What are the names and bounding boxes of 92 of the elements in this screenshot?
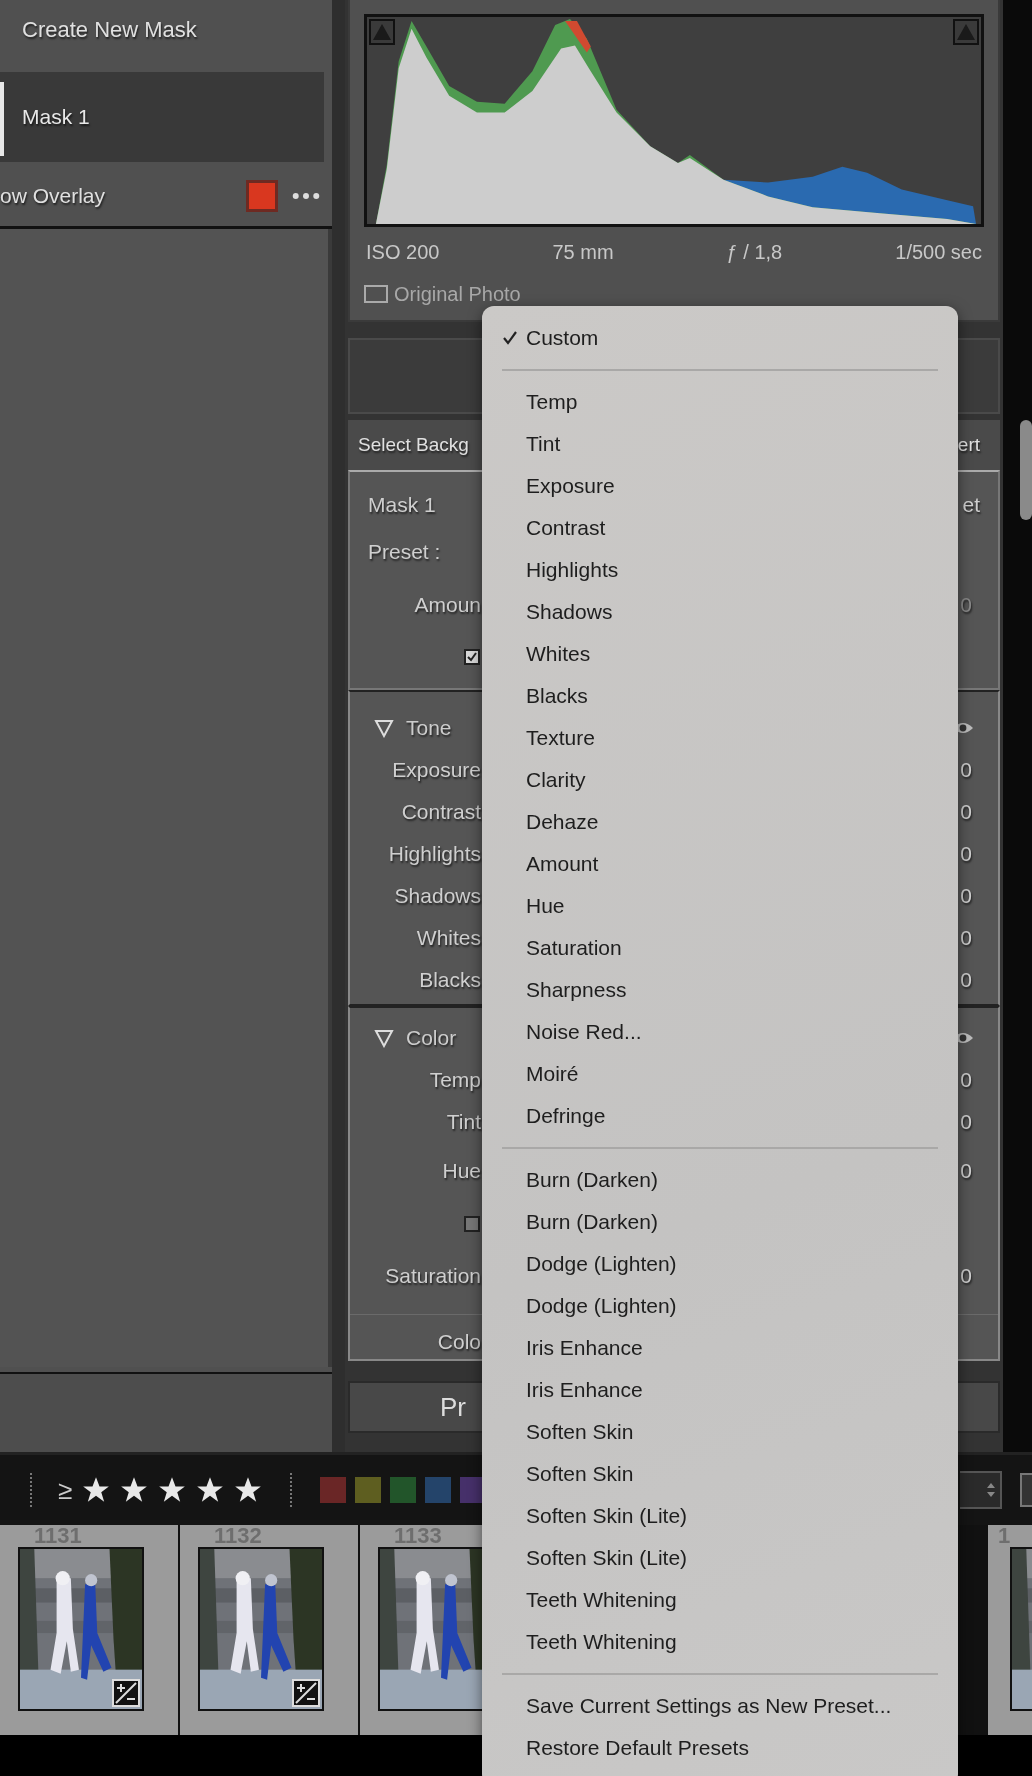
shutter-speed-text: 1/500 sec [895, 240, 982, 264]
clipping-warning-icon[interactable] [953, 19, 979, 45]
rating-filter[interactable] [82, 1476, 263, 1504]
menu-item[interactable]: Noise Red... [482, 1011, 958, 1053]
menu-item[interactable]: Save Current Settings as New Preset... [482, 1685, 958, 1727]
overlay-label: ow Overlay [0, 184, 107, 208]
menu-item[interactable]: Contrast [482, 507, 958, 549]
checkbox[interactable] [464, 1215, 480, 1232]
color-label-filter[interactable] [320, 1477, 347, 1503]
menu-item[interactable]: Dodge (Lighten) [482, 1243, 958, 1285]
more-icon[interactable] [292, 192, 320, 200]
menu-item[interactable]: Clarity [482, 759, 958, 801]
disclosure-triangle-icon[interactable] [374, 1028, 394, 1048]
slider-value: 0 [960, 1158, 972, 1183]
menu-item[interactable]: Dehaze [482, 801, 958, 843]
menu-item[interactable]: Soften Skin [482, 1453, 958, 1495]
clipping-warning-icon[interactable] [369, 19, 395, 45]
star-icon[interactable] [234, 1476, 263, 1504]
section-title[interactable]: Color [406, 1026, 457, 1050]
disclosure-triangle-icon[interactable] [374, 718, 394, 738]
menu-item[interactable]: Exposure [482, 465, 958, 507]
reset-button[interactable]: et [962, 493, 980, 517]
slider-label: Contrast [400, 800, 481, 824]
star-icon[interactable] [158, 1476, 187, 1504]
slider-value: 0 [960, 1068, 972, 1092]
menu-item[interactable]: Sharpness [482, 969, 958, 1011]
menu-item[interactable]: Blacks [482, 675, 958, 717]
slider-label: Colo [436, 1329, 481, 1354]
slider-label: Saturation [384, 1263, 481, 1288]
slider-value: 0 [960, 1263, 972, 1288]
slider-label: Highlights [387, 842, 481, 866]
slider-value: 0 [960, 800, 972, 824]
slider-label: Amoun [413, 592, 481, 617]
checkbox[interactable] [464, 649, 480, 665]
star-icon[interactable] [196, 1476, 225, 1504]
mask-name: Mask 1 [368, 493, 436, 517]
checkbox[interactable] [364, 285, 388, 303]
color-label-filter[interactable] [390, 1477, 417, 1503]
slider-label: Blacks [418, 968, 481, 992]
star-icon[interactable] [120, 1476, 149, 1504]
menu-item[interactable]: Highlights [482, 549, 958, 591]
iso-text: ISO 200 [366, 240, 440, 264]
menu-item[interactable]: Moiré [482, 1053, 958, 1095]
menu-item[interactable]: Restore Default Presets [482, 1727, 958, 1769]
slider-label: Exposure [391, 758, 481, 782]
menu-item[interactable]: Texture [482, 717, 958, 759]
star-icon[interactable] [82, 1476, 111, 1504]
menu-item[interactable]: Custom [482, 317, 958, 359]
slider-label: Tint [445, 1110, 481, 1134]
stepper-field[interactable] [960, 1471, 1002, 1509]
slider-value: 0 [960, 926, 972, 950]
menu-item[interactable]: Iris Enhance [482, 1369, 958, 1411]
select-background-button[interactable]: Select Backg [358, 434, 469, 456]
section-title[interactable]: Tone [406, 716, 452, 740]
slider-label: Shadows [393, 884, 481, 908]
slider-value: 0 [960, 842, 972, 866]
invert-button[interactable]: ert [957, 434, 980, 456]
menu-item[interactable]: Temp [482, 381, 958, 423]
aperture-text: ƒ / 1,8 [726, 240, 783, 264]
rating-operator[interactable]: ≥ [58, 1474, 73, 1506]
menu-item[interactable]: Burn (Darken) [482, 1201, 958, 1243]
color-label-filter[interactable] [425, 1477, 452, 1503]
menu-item[interactable]: Iris Enhance [482, 1327, 958, 1369]
slider-value: 0 [960, 884, 972, 908]
focal-length-text: 75 mm [552, 240, 614, 264]
menu-item[interactable]: Teeth Whitening [482, 1579, 958, 1621]
slider-label: Temp [428, 1068, 481, 1092]
preset-label: Preset : [368, 539, 441, 564]
menu-item[interactable]: Dodge (Lighten) [482, 1285, 958, 1327]
slider-value: 0 [960, 968, 972, 992]
menu-item[interactable]: Soften Skin [482, 1411, 958, 1453]
create-mask-button[interactable]: Create New Mask [22, 17, 197, 43]
menu-item[interactable]: Tint [482, 423, 958, 465]
mask-item[interactable]: Mask 1 [0, 72, 324, 162]
menu-item[interactable]: Amount [482, 843, 958, 885]
menu-item[interactable]: Soften Skin (Lite) [482, 1495, 958, 1537]
menu-item[interactable]: Saturation [482, 927, 958, 969]
menu-item[interactable]: Whites [482, 633, 958, 675]
menu-item[interactable]: Soften Skin (Lite) [482, 1537, 958, 1579]
slider-value: 0 [960, 758, 972, 782]
scrollbar-thumb[interactable] [1020, 420, 1032, 520]
slider-label: Hue [441, 1158, 481, 1183]
overlay-color-swatch[interactable] [246, 180, 278, 212]
checkbox-label: Original Photo [394, 282, 521, 306]
color-label-filter[interactable] [355, 1477, 382, 1503]
menu-item[interactable]: Burn (Darken) [482, 1159, 958, 1201]
slider-value: 0 [960, 1110, 972, 1134]
slider-label: Whites [415, 926, 481, 950]
menu-item[interactable]: Shadows [482, 591, 958, 633]
menu-item[interactable]: Defringe [482, 1095, 958, 1137]
menu-item[interactable]: Teeth Whitening [482, 1621, 958, 1663]
menu-item[interactable]: Hue [482, 885, 958, 927]
